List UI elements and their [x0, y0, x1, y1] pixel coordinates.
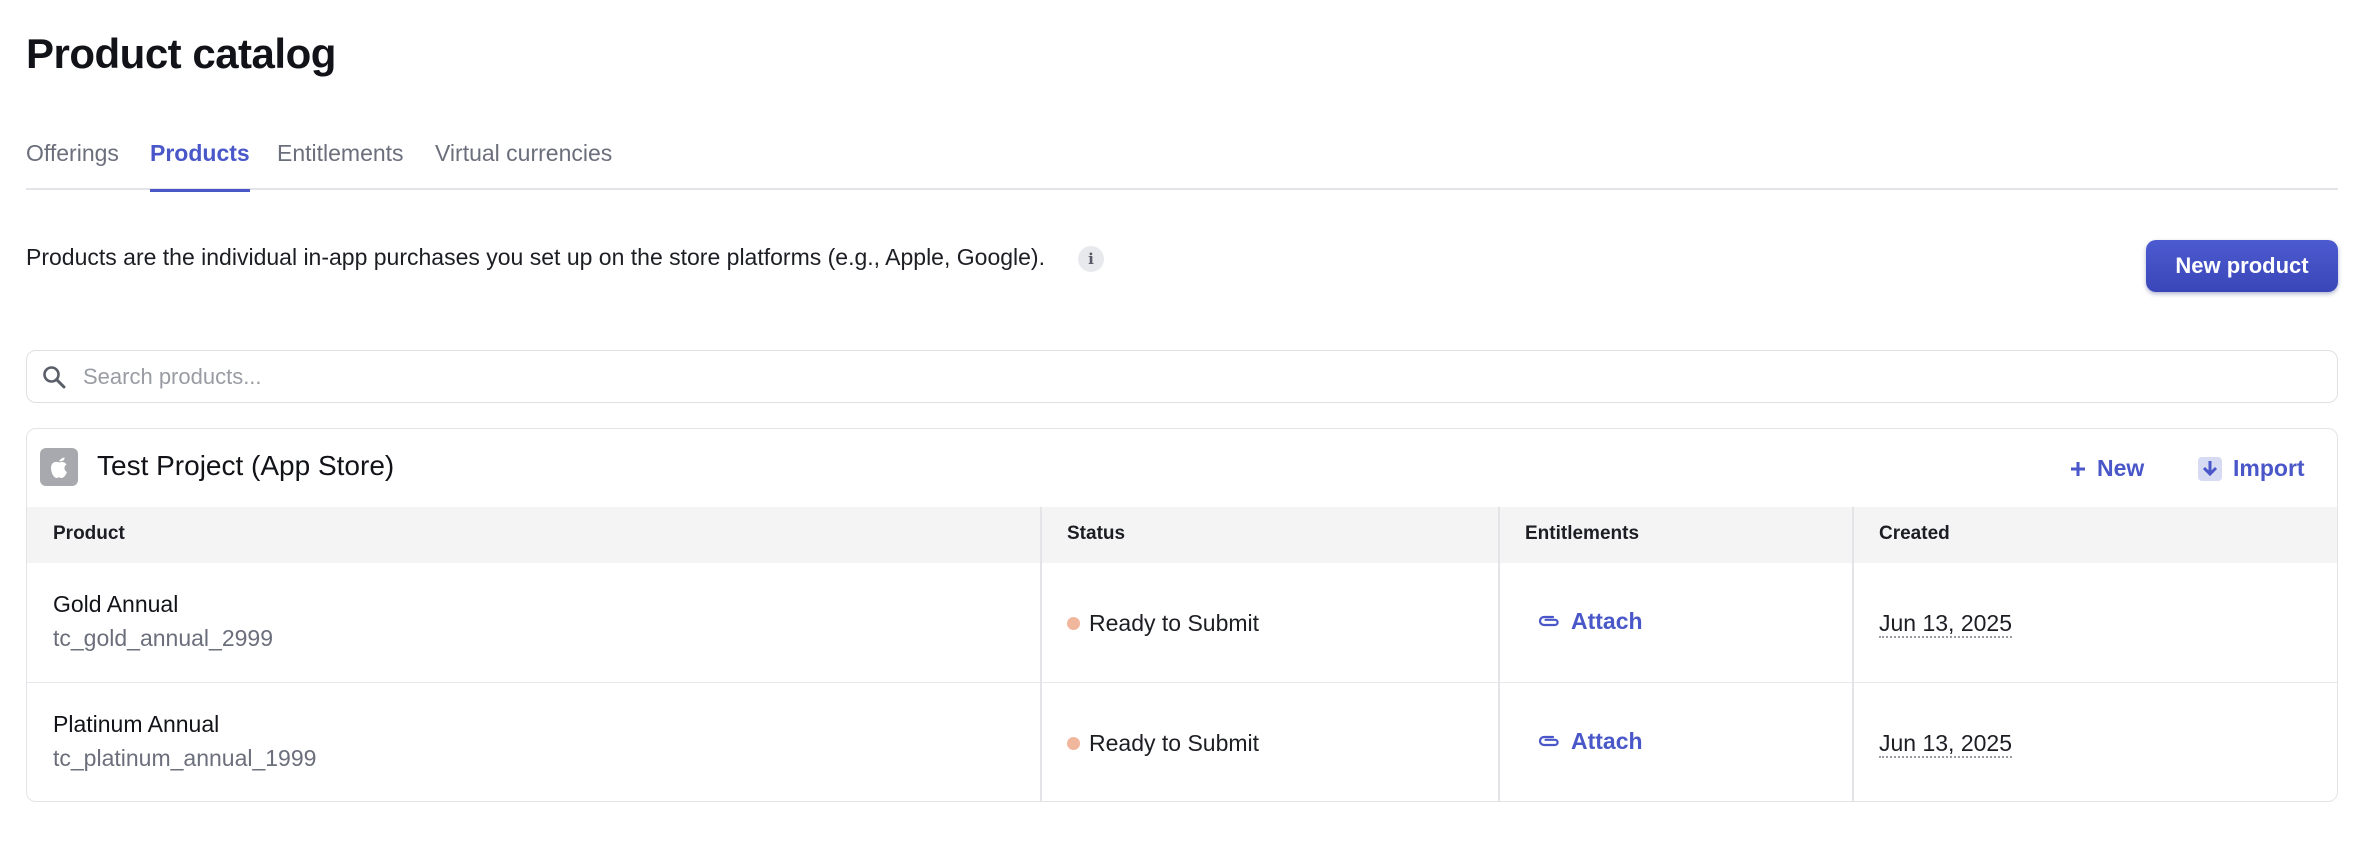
tab-virtual-currencies[interactable]: Virtual currencies: [435, 140, 612, 190]
status-text: Ready to Submit: [1089, 730, 1260, 756]
table-row[interactable]: Gold Annual tc_gold_annual_2999 Ready to…: [27, 563, 2337, 683]
product-name: Gold Annual: [53, 591, 179, 617]
product-identifier: tc_platinum_annual_1999: [53, 745, 317, 771]
tab-entitlements[interactable]: Entitlements: [277, 140, 404, 190]
catalog-tabs: Offerings Products Entitlements Virtual …: [26, 124, 2338, 192]
import-icon: [2198, 457, 2222, 481]
attach-label: Attach: [1571, 728, 1643, 754]
plus-icon: [2071, 462, 2085, 476]
project-title: Test Project (App Store): [97, 450, 395, 481]
import-button[interactable]: Import: [2197, 455, 2309, 485]
new-product-button[interactable]: New product: [2146, 240, 2338, 292]
tab-offerings[interactable]: Offerings: [26, 140, 119, 190]
search-input[interactable]: [83, 361, 2313, 393]
created-date: Jun 13, 2025: [1879, 610, 2013, 638]
new-product-link[interactable]: New: [2069, 455, 2149, 485]
tab-products[interactable]: Products: [150, 140, 250, 192]
attach-label: Attach: [1571, 608, 1643, 634]
status-dot-icon: [1067, 617, 1080, 630]
products-description: Products are the individual in-app purch…: [26, 244, 1045, 270]
import-label: Import: [2233, 455, 2305, 481]
table-row[interactable]: Platinum Annual tc_platinum_annual_1999 …: [27, 683, 2337, 801]
paperclip-icon: [1538, 735, 1559, 747]
created-date: Jun 13, 2025: [1879, 730, 2013, 758]
search-icon: [43, 366, 66, 389]
apple-icon: [40, 448, 78, 486]
info-icon[interactable]: i: [1078, 246, 1104, 272]
column-product: Product: [53, 523, 125, 544]
product-name: Platinum Annual: [53, 711, 220, 737]
column-status: Status: [1067, 523, 1126, 544]
project-card: Test Project (App Store) New Import Prod…: [26, 428, 2338, 802]
product-identifier: tc_gold_annual_2999: [53, 625, 273, 651]
search-box: [26, 350, 2338, 403]
status-dot-icon: [1067, 737, 1080, 750]
table-header: Product Status Entitlements Created: [27, 507, 2337, 563]
new-link-label: New: [2097, 455, 2145, 481]
status-text: Ready to Submit: [1089, 610, 1260, 636]
column-divider: [1498, 507, 1500, 801]
column-created: Created: [1879, 523, 1950, 544]
page-title: Product catalog: [26, 30, 336, 77]
column-divider: [1040, 507, 1042, 801]
column-divider: [1852, 507, 1854, 801]
column-entitlements: Entitlements: [1525, 523, 1640, 544]
paperclip-icon: [1538, 615, 1559, 627]
